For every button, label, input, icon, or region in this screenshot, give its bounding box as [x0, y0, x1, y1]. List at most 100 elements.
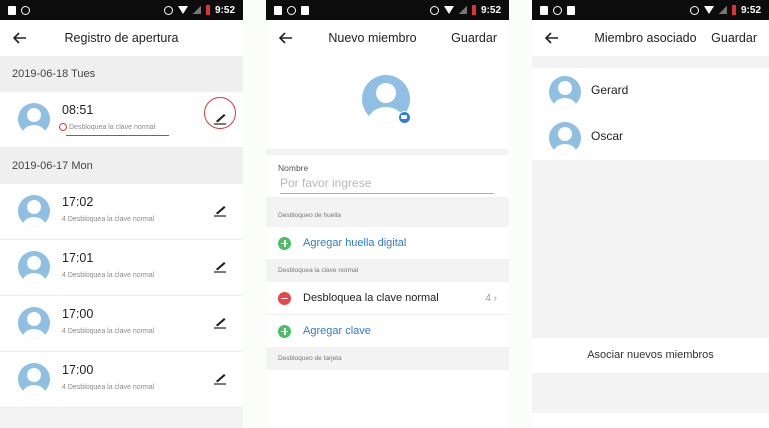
add-password-button[interactable]: Agregar clave: [266, 315, 509, 348]
remove-icon[interactable]: [278, 291, 291, 305]
clock: 9:52: [480, 4, 501, 16]
background-gap: [243, 0, 266, 428]
member-name: Gerard: [591, 83, 629, 97]
add-icon: [278, 324, 291, 338]
avatar: [18, 251, 50, 283]
add-fingerprint-button[interactable]: Agregar huella digital: [266, 227, 509, 260]
chevron-right-icon: ›: [493, 292, 497, 304]
record-description-text: Desbloquea la clave normal: [67, 272, 155, 279]
date-header: 2019-06-18 Tues: [0, 56, 243, 92]
do-not-disturb-icon: [689, 5, 699, 15]
record-time: 17:00: [62, 363, 94, 377]
avatar: [549, 76, 581, 108]
divider: [266, 197, 509, 205]
avatar: [18, 195, 50, 227]
battery-icon: [731, 5, 736, 15]
password-item[interactable]: Desbloquea la clave normal 4 ›: [266, 282, 509, 315]
record-time: 17:02: [62, 195, 94, 209]
name-field-group: Nombre: [266, 155, 509, 197]
date-header: 2019-06-17 Mon: [0, 148, 243, 184]
add-password-label: Agregar clave: [303, 325, 371, 337]
record-item[interactable]: 08:51 Desbloquea la clave normal: [0, 92, 243, 148]
record-description-text: Desbloquea la clave normal: [67, 216, 155, 223]
record-prefix: 4: [62, 384, 66, 391]
member-item[interactable]: Oscar: [532, 114, 769, 160]
bottom-area: [532, 373, 769, 413]
associated-member-screen: 9:52 Miembro asociado Guardar Gerard Osc…: [532, 0, 769, 428]
page-title: Registro de apertura: [64, 31, 179, 45]
member-name: Oscar: [591, 129, 624, 143]
fingerprint-section-label: Desbloqueo de huella: [266, 205, 509, 227]
camera-icon[interactable]: [398, 111, 411, 124]
sim-icon: [540, 5, 548, 15]
card-section-label: Desbloqueo de tarjeta: [266, 348, 509, 370]
app-notification-icon: [553, 5, 562, 15]
record-time: 17:00: [62, 307, 94, 321]
record-item[interactable]: 17:01 4 Desbloquea la clave normal: [0, 240, 243, 296]
password-section-label: Desbloquea la clave normal: [266, 260, 509, 282]
empty-list-area: [532, 160, 769, 338]
associate-new-members-button[interactable]: Asociar nuevos miembros: [532, 338, 769, 373]
clock: 9:52: [214, 4, 235, 16]
annotation-circle-small: [59, 123, 67, 131]
divider: [532, 56, 769, 68]
signal-icon: [192, 6, 201, 14]
battery-icon: [471, 5, 476, 15]
record-description: 4 Desbloquea la clave normal: [62, 328, 154, 335]
record-prefix: 4: [62, 216, 66, 223]
record-description-text: Desbloquea la clave normal: [67, 384, 155, 391]
password-item-count: 4: [485, 292, 491, 304]
add-icon: [278, 236, 291, 250]
save-button[interactable]: Guardar: [711, 31, 757, 45]
record-description: 4 Desbloquea la clave normal: [62, 272, 154, 279]
do-not-disturb-icon: [163, 5, 173, 15]
status-bar: 9:52: [532, 0, 769, 20]
wifi-icon: [703, 6, 714, 14]
name-label: Nombre: [278, 163, 309, 173]
password-item-detail: 4 ›: [485, 293, 497, 304]
record-prefix: 4: [62, 328, 66, 335]
record-item[interactable]: 17:00 4 Desbloquea la clave normal: [0, 296, 243, 352]
record-description: Desbloquea la clave normal: [69, 124, 155, 131]
edit-icon[interactable]: [211, 109, 229, 127]
edit-icon[interactable]: [211, 201, 229, 219]
image-notification-icon: [567, 5, 575, 15]
clock: 9:52: [740, 4, 761, 16]
signal-icon: [458, 6, 467, 14]
battery-icon: [205, 5, 210, 15]
app-bar: Miembro asociado Guardar: [532, 20, 769, 56]
record-description-text: Desbloquea la clave normal: [67, 328, 155, 335]
edit-icon[interactable]: [211, 257, 229, 275]
edit-icon[interactable]: [211, 313, 229, 331]
save-button[interactable]: Guardar: [451, 31, 497, 45]
status-bar: 9:52: [0, 0, 243, 20]
avatar: [549, 122, 581, 154]
app-notification-icon: [21, 5, 30, 15]
app-bar: Registro de apertura: [0, 20, 243, 56]
member-item[interactable]: Gerard: [532, 68, 769, 114]
bottom-area: [0, 408, 243, 428]
record-description: 4 Desbloquea la clave normal: [62, 384, 154, 391]
password-item-label: Desbloquea la clave normal: [303, 292, 439, 304]
record-prefix: 4: [62, 272, 66, 279]
card-section-body: [266, 370, 509, 410]
do-not-disturb-icon: [429, 5, 439, 15]
edit-icon[interactable]: [211, 369, 229, 387]
image-notification-icon: [301, 5, 309, 15]
record-time: 17:01: [62, 251, 94, 265]
avatar: [18, 307, 50, 339]
sim-icon: [8, 5, 16, 15]
record-time: 08:51: [62, 103, 94, 117]
background-gap: [509, 0, 532, 428]
new-member-screen: 9:52 Nuevo miembro Guardar Nombre Desblo…: [266, 0, 509, 428]
add-fingerprint-label: Agregar huella digital: [303, 237, 407, 249]
name-input[interactable]: [280, 175, 494, 194]
record-item[interactable]: 17:00 4 Desbloquea la clave normal: [0, 352, 243, 408]
record-description: 4 Desbloquea la clave normal: [62, 216, 154, 223]
wifi-icon: [177, 6, 188, 14]
app-bar: Nuevo miembro Guardar: [266, 20, 509, 56]
app-notification-icon: [287, 5, 296, 15]
profile-photo-area: [266, 56, 509, 149]
record-item[interactable]: 17:02 4 Desbloquea la clave normal: [0, 184, 243, 240]
annotation-underline: [66, 135, 169, 136]
